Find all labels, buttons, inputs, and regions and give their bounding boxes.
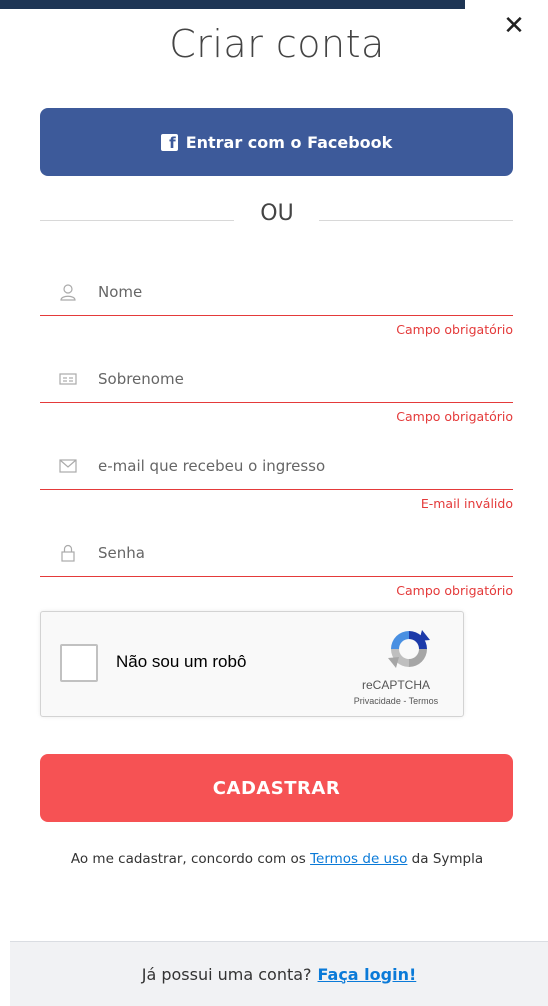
login-link[interactable]: Faça login! <box>318 965 417 984</box>
recaptcha-separator: - <box>400 696 409 706</box>
password-error: Campo obrigatório <box>396 583 513 598</box>
terms-suffix: da Sympla <box>407 851 484 867</box>
top-bar <box>0 0 465 9</box>
recaptcha-label: Não sou um robô <box>116 652 247 671</box>
facebook-login-button[interactable]: f Entrar com o Facebook <box>40 108 513 176</box>
user-icon <box>58 282 78 302</box>
facebook-icon: f <box>160 133 178 152</box>
email-field <box>40 443 513 490</box>
email-input[interactable] <box>98 457 513 475</box>
first-name-error: Campo obrigatório <box>396 322 513 337</box>
first-name-field <box>40 269 513 316</box>
recaptcha-checkbox[interactable] <box>60 644 98 682</box>
recaptcha-brand: reCAPTCHA <box>361 678 430 692</box>
divider-or: OU <box>260 201 294 226</box>
login-footer: Já possui uma conta? Faça login! <box>10 941 548 1006</box>
first-name-input[interactable] <box>98 283 513 301</box>
divider-right <box>319 220 513 221</box>
last-name-input[interactable] <box>98 370 513 388</box>
email-error: E-mail inválido <box>420 496 513 511</box>
recaptcha-terms-link[interactable]: Termos <box>409 696 439 706</box>
divider-left <box>40 220 234 221</box>
recaptcha-links: Privacidade - Termos <box>331 696 461 706</box>
submit-button[interactable]: CADASTRAR <box>40 754 513 822</box>
recaptcha-privacy-link[interactable]: Privacidade <box>354 696 401 706</box>
lock-icon <box>58 543 78 563</box>
terms-text: Ao me cadastrar, concordo com os Termos … <box>60 848 494 871</box>
envelope-icon <box>58 456 78 476</box>
terms-of-use-link[interactable]: Termos de uso <box>310 851 407 867</box>
recaptcha-widget: Não sou um robô reCAPTCHA Privacidade - … <box>40 611 464 717</box>
facebook-login-label: Entrar com o Facebook <box>185 132 393 152</box>
password-field <box>40 530 513 577</box>
login-prompt: Já possui uma conta? <box>141 964 312 984</box>
page-title: Criar conta <box>169 22 385 66</box>
password-input[interactable] <box>98 544 513 562</box>
last-name-error: Campo obrigatório <box>396 409 513 424</box>
recaptcha-icon <box>388 630 430 668</box>
id-card-icon <box>58 369 78 389</box>
terms-prefix: Ao me cadastrar, concordo com os <box>70 851 311 867</box>
last-name-field <box>40 356 513 403</box>
